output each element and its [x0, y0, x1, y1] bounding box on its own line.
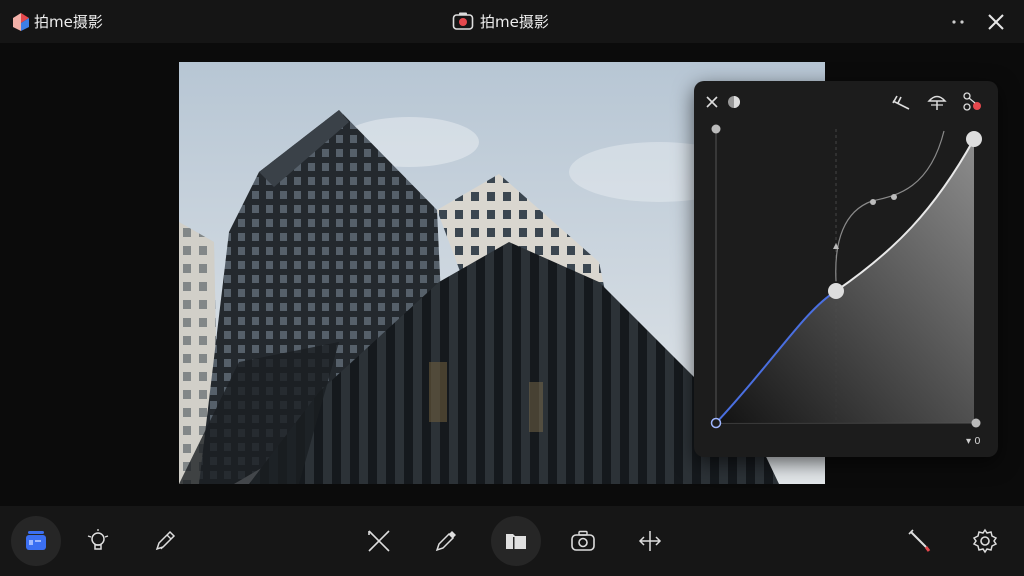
folder-button[interactable]	[491, 516, 541, 566]
app-name: 拍me摄影	[34, 13, 103, 31]
title-bar: 拍me摄影 拍me摄影	[0, 0, 1024, 43]
brush-button[interactable]	[894, 516, 944, 566]
adjust-panel-icon	[26, 531, 46, 550]
bottom-toolbar	[0, 506, 1024, 576]
close-icon[interactable]	[704, 94, 720, 110]
umbrella-tool-icon[interactable]	[925, 91, 949, 113]
node-tool-icon[interactable]	[960, 91, 984, 113]
dropper-icon	[435, 531, 456, 552]
compare-icon	[638, 531, 662, 551]
tone-curve-graph[interactable]	[694, 81, 998, 457]
edit-button[interactable]	[140, 516, 190, 566]
app-logo-icon	[13, 13, 29, 31]
close-icon[interactable]	[984, 10, 1008, 34]
channel-icon[interactable]	[727, 95, 741, 109]
settings-icon	[972, 528, 998, 554]
curve-handle-top-right	[966, 131, 982, 147]
bulb-icon	[87, 529, 109, 550]
light-button[interactable]	[73, 516, 123, 566]
settings-button[interactable]	[960, 516, 1010, 566]
crop-button[interactable]	[354, 516, 404, 566]
folder-icon	[506, 534, 526, 549]
rake-tool-icon[interactable]	[889, 91, 913, 113]
curve-handle-top-left	[711, 124, 721, 134]
window-title-text: 拍me摄影	[480, 13, 549, 31]
curve-handle-mid	[828, 283, 844, 299]
more-dots-icon[interactable]	[946, 12, 970, 32]
crop-cross-icon	[368, 530, 390, 552]
pen-edit-icon	[155, 530, 176, 551]
curve-adjust-panel: ▾ 0	[694, 81, 998, 457]
dropper-button[interactable]	[421, 516, 471, 566]
camera-icon	[452, 12, 474, 30]
brush-icon	[908, 529, 931, 552]
camera-icon	[571, 530, 595, 551]
curve-handle-origin	[710, 417, 722, 429]
camera-button[interactable]	[558, 516, 608, 566]
curve-handle-bottom-right	[971, 418, 981, 428]
adjust-panel-button[interactable]	[11, 516, 61, 566]
compare-button[interactable]	[625, 516, 675, 566]
curve-value-label[interactable]: ▾ 0	[966, 436, 981, 447]
